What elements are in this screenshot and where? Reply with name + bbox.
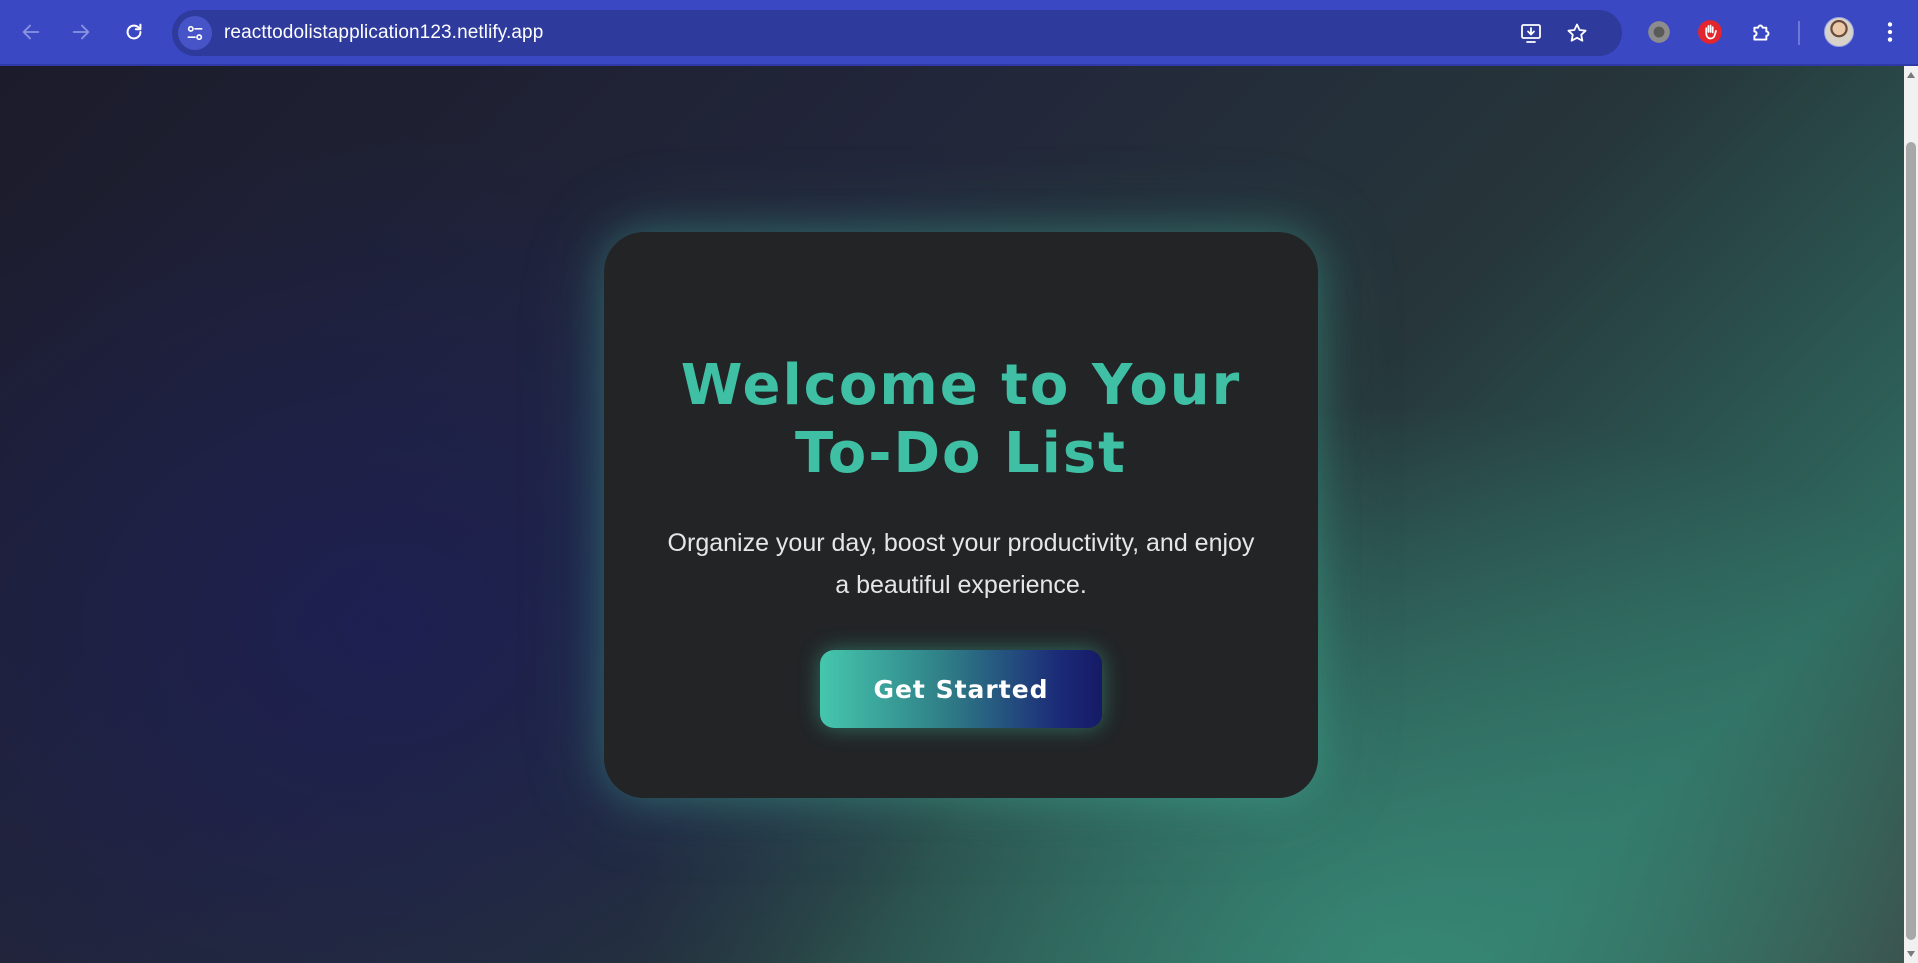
puzzle-icon <box>1753 24 1770 41</box>
title-line-1: Welcome to Your <box>680 353 1242 418</box>
arrow-left-icon <box>22 24 40 40</box>
scrollbar[interactable] <box>1904 66 1918 963</box>
site-info-button[interactable] <box>178 16 212 50</box>
back-button[interactable] <box>14 15 48 49</box>
arrow-right-icon <box>72 24 90 40</box>
bookmark-button[interactable] <box>1562 18 1592 48</box>
address-bar[interactable]: reacttodolistapplication123.netlify.app <box>172 10 1622 56</box>
reload-icon <box>126 23 142 40</box>
extensions-menu-button[interactable] <box>1745 15 1779 49</box>
reload-button[interactable] <box>117 15 151 49</box>
page-viewport: Welcome to Your To-Do List Organize your… <box>0 66 1904 963</box>
welcome-card: Welcome to Your To-Do List Organize your… <box>604 232 1318 798</box>
scroll-down-arrow-icon[interactable] <box>1907 951 1915 957</box>
title-line-2: To-Do List <box>795 421 1127 486</box>
scroll-thumb[interactable] <box>1906 142 1916 940</box>
scroll-up-arrow-icon[interactable] <box>1907 72 1915 78</box>
profile-avatar[interactable] <box>1824 17 1854 47</box>
install-app-icon <box>1521 24 1541 43</box>
install-app-button[interactable] <box>1516 18 1546 48</box>
url-text[interactable]: reacttodolistapplication123.netlify.app <box>224 10 543 56</box>
kebab-menu-icon <box>1887 22 1893 42</box>
extension-button-1[interactable] <box>1642 15 1676 49</box>
tune-icon <box>187 25 203 41</box>
page-title: Welcome to Your To-Do List <box>604 352 1318 488</box>
get-started-button[interactable]: Get Started <box>820 650 1102 728</box>
forward-button[interactable] <box>64 15 98 49</box>
browser-menu-button[interactable] <box>1873 15 1907 49</box>
red-hand-extension-icon <box>1698 20 1722 44</box>
circle-extension-icon <box>1648 21 1670 43</box>
page-description: Organize your day, boost your productivi… <box>667 529 1255 599</box>
browser-toolbar: reacttodolistapplication123.netlify.app <box>0 0 1918 66</box>
star-icon <box>1567 23 1587 42</box>
extension-button-2[interactable] <box>1693 15 1727 49</box>
toolbar-separator <box>1798 21 1800 45</box>
